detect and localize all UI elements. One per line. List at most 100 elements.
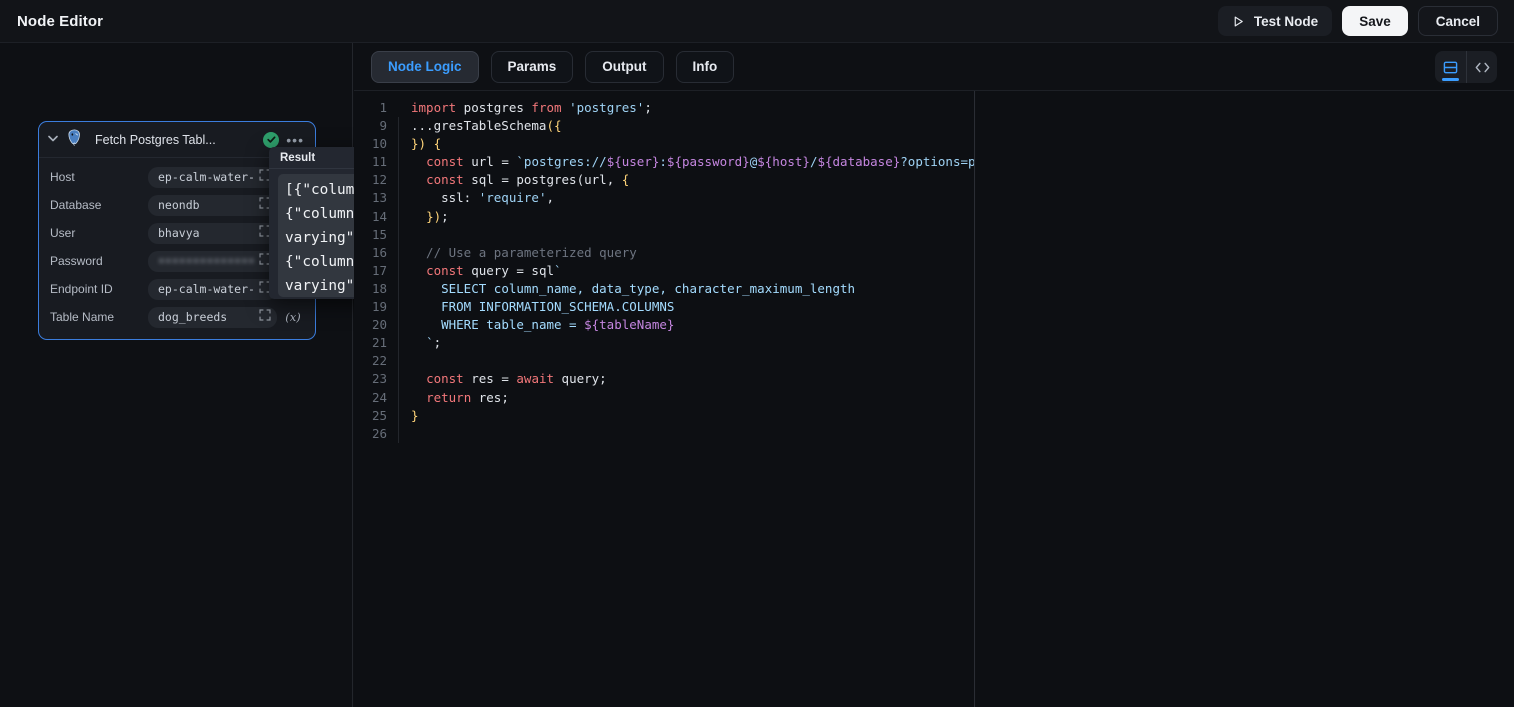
line-content[interactable]: // Use a parameterized query [398,244,637,262]
line-content[interactable]: const res = await query; [398,370,607,388]
code-line: 14 }); [354,208,974,226]
code-line: 23 const res = await query; [354,370,974,388]
line-number: 1 [354,99,398,117]
field-label-host: Host [50,170,148,184]
top-bar-actions: Test Node Save Cancel [1218,6,1498,36]
code-line: 26 [354,425,974,443]
line-content[interactable]: `; [398,334,441,352]
line-content[interactable]: return res; [398,389,509,407]
code-line: 18 SELECT column_name, data_type, charac… [354,280,974,298]
code-line: 22 [354,352,974,370]
code-lines: 1import postgres from 'postgres';9...gre… [354,91,974,443]
line-content[interactable]: import postgres from 'postgres'; [398,99,652,117]
field-label-endpoint-id: Endpoint ID [50,282,148,296]
field-value: ep-calm-water-3 [158,282,255,296]
line-number: 23 [354,370,398,388]
line-number: 11 [354,153,398,171]
postgresql-elephant-icon [65,128,84,152]
field-row: Table Namedog_breeds(x) [50,307,304,327]
split-panel-icon[interactable] [1435,51,1466,83]
field-row: Hostep-calm-water-3 [50,167,304,187]
line-content[interactable]: } [398,407,419,425]
main-content: Fetch Postgres Tabl... ••• Hostep-calm-w… [0,43,1514,707]
tab-params[interactable]: Params [491,51,574,83]
tab-output[interactable]: Output [585,51,663,83]
field-value: dog_breeds [158,310,255,324]
tab-info[interactable]: Info [676,51,735,83]
line-content[interactable]: const sql = postgres(url, { [398,171,629,189]
line-number: 13 [354,189,398,207]
field-label-database: Database [50,198,148,212]
field-value: bhavya [158,226,255,240]
code-brackets-icon[interactable] [1466,51,1497,83]
field-label-user: User [50,226,148,240]
line-content[interactable]: }); [398,208,449,226]
field-input-database[interactable]: neondb [148,195,277,216]
node-canvas[interactable]: Fetch Postgres Tabl... ••• Hostep-calm-w… [0,43,353,707]
line-content[interactable]: WHERE table_name = ${tableName} [398,316,674,334]
code-line: 13 ssl: 'require', [354,189,974,207]
field-row: Database neondb [50,195,304,215]
chevron-down-icon[interactable] [48,135,58,144]
line-content[interactable]: }) { [398,135,441,153]
code-line: 9...gresTableSchema({ [354,117,974,135]
tab-bar: Node Logic Params Output Info [354,43,1514,91]
line-content[interactable]: const query = sql` [398,262,562,280]
code-line: 1import postgres from 'postgres'; [354,99,974,117]
line-number: 14 [354,208,398,226]
check-circle-icon [263,132,279,148]
field-value: neondb [158,198,255,212]
tab-node-logic[interactable]: Node Logic [371,51,479,83]
code-line: 19 FROM INFORMATION_SCHEMA.COLUMNS [354,298,974,316]
line-number: 25 [354,407,398,425]
line-content[interactable]: ssl: 'require', [398,189,554,207]
tab-list: Node Logic Params Output Info [371,51,734,83]
line-content[interactable]: FROM INFORMATION_SCHEMA.COLUMNS [398,298,674,316]
line-content[interactable]: const url = `postgres://${user}:${passwo… [398,153,975,171]
expand-fullscreen-icon[interactable] [259,308,271,326]
test-node-label: Test Node [1254,14,1318,29]
line-content[interactable] [398,226,411,244]
code-line: 21 `; [354,334,974,352]
code-line: 17 const query = sql` [354,262,974,280]
field-row: Endpoint IDep-calm-water-3(x) [50,279,304,299]
field-value: •••••••••••••• [158,254,255,268]
more-options-icon[interactable]: ••• [286,135,304,145]
field-label-password: Password [50,254,148,268]
save-button[interactable]: Save [1342,6,1408,36]
variable-binding-button[interactable]: (x) [282,310,304,324]
code-line: 24 return res; [354,389,974,407]
code-line: 12 const sql = postgres(url, { [354,171,974,189]
code-line: 15 [354,226,974,244]
line-content[interactable]: ...gresTableSchema({ [398,117,562,135]
code-line: 20 WHERE table_name = ${tableName} [354,316,974,334]
field-row: Password •••••••••••••• [50,251,304,271]
code-line: 10}) { [354,135,974,153]
node-title: Fetch Postgres Tabl... [95,133,256,147]
code-editor[interactable]: 1import postgres from 'postgres';9...gre… [354,91,975,707]
field-input-host[interactable]: ep-calm-water-3 [148,167,277,188]
line-number: 18 [354,280,398,298]
line-number: 20 [354,316,398,334]
code-line: 16 // Use a parameterized query [354,244,974,262]
line-content[interactable]: SELECT column_name, data_type, character… [398,280,855,298]
code-editor-overflow-pane [976,91,1514,707]
test-node-button[interactable]: Test Node [1218,6,1332,36]
line-number: 17 [354,262,398,280]
line-number: 19 [354,298,398,316]
play-triangle-icon [1232,15,1245,28]
cancel-button[interactable]: Cancel [1418,6,1498,36]
line-number: 12 [354,171,398,189]
line-number: 26 [354,425,398,443]
field-input-table-name[interactable]: dog_breeds [148,307,277,328]
line-content[interactable] [398,425,411,443]
top-bar: Node Editor Test Node Save Cancel [0,0,1514,43]
line-number: 21 [354,334,398,352]
field-input-password[interactable]: •••••••••••••• [148,251,277,272]
view-toggle-group [1435,51,1497,83]
code-line: 25} [354,407,974,425]
field-input-endpoint-id[interactable]: ep-calm-water-3 [148,279,277,300]
field-row: User bhavya [50,223,304,243]
line-content[interactable] [398,352,411,370]
field-input-user[interactable]: bhavya [148,223,277,244]
